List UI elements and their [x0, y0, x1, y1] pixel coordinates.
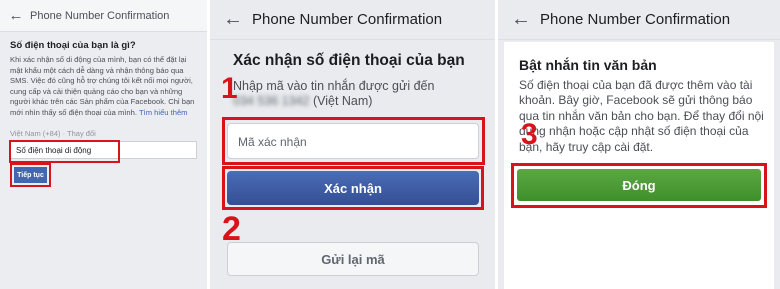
highlight-close-button	[511, 163, 767, 208]
description: Số điện thoại của bạn đã được thêm vào t…	[519, 78, 764, 154]
step-number-1: 1	[221, 72, 238, 105]
instruction-suffix: (Việt Nam)	[312, 94, 373, 108]
top-bar: ← Phone Number Confirmation	[498, 0, 780, 40]
top-bar: ← Phone Number Confirmation	[0, 0, 207, 32]
step-number-3: 3	[521, 118, 538, 151]
step-number-2: 2	[222, 210, 241, 248]
country-code-line[interactable]: Việt Nam (+84) · Thay đổi	[10, 129, 197, 138]
instruction-prefix: Nhập mã vào tin nhắn được gửi đến	[233, 79, 435, 93]
page-title: Phone Number Confirmation	[540, 11, 731, 28]
top-bar: ← Phone Number Confirmation	[210, 0, 495, 40]
page-title: Phone Number Confirmation	[30, 9, 170, 22]
description: Khi xác nhận số di động của mình, bạn có…	[10, 55, 197, 119]
highlight-phone-input	[9, 140, 120, 163]
resend-code-button[interactable]: Gửi lại mã	[227, 242, 479, 276]
panel-code-confirmation: ← Phone Number Confirmation Xác nhận số …	[210, 0, 495, 289]
arrow-left-icon[interactable]: ←	[214, 8, 252, 31]
highlight-confirm-button	[222, 166, 484, 210]
masked-phone-number: 034 536 1342	[233, 94, 310, 108]
section-heading: Số điện thoại của bạn là gì?	[10, 40, 136, 51]
highlight-continue-button	[10, 163, 51, 187]
panel-sms-enabled: ← Phone Number Confirmation Bật nhắn tin…	[498, 0, 780, 289]
section-heading: Bật nhắn tin văn bản	[519, 57, 657, 73]
learn-more-link[interactable]: Tìm hiểu thêm	[139, 108, 188, 117]
highlight-code-input	[222, 117, 485, 165]
arrow-left-icon[interactable]: ←	[2, 7, 30, 24]
page-title: Phone Number Confirmation	[252, 11, 443, 28]
section-heading: Xác nhận số điện thoại của bạn	[233, 52, 465, 69]
arrow-left-icon[interactable]: ←	[502, 8, 540, 31]
panel-phone-entry: ← Phone Number Confirmation Số điện thoạ…	[0, 0, 207, 289]
instruction-text: Nhập mã vào tin nhắn được gửi đến 034 53…	[233, 79, 483, 109]
